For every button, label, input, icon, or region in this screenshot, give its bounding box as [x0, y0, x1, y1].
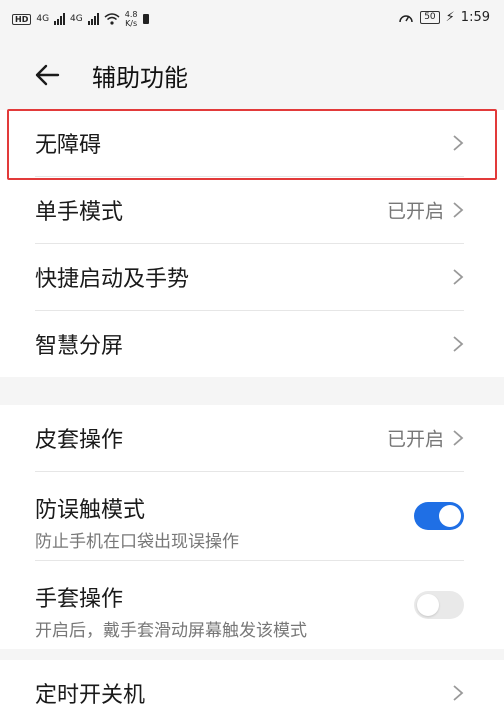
chevron-right-icon: [453, 135, 464, 151]
hd-badge: HD: [12, 13, 32, 25]
charging-icon: ⚡: [445, 10, 455, 25]
row-case-operation[interactable]: 皮套操作 已开启: [35, 405, 464, 472]
chevron-right-icon: [453, 202, 464, 218]
row-label: 定时开关机: [35, 683, 146, 708]
row-status: 已开启: [386, 428, 444, 451]
row-description: 防止手机在口袋出现误操作: [35, 532, 239, 552]
toggle-switch-off[interactable]: [414, 591, 464, 619]
wifi-icon: [104, 13, 120, 25]
signal-1-icon: [54, 13, 66, 25]
net-speed: 4.8 K/s: [125, 10, 138, 28]
row-smart-split-screen[interactable]: 智慧分屏: [35, 311, 464, 377]
row-description: 开启后，戴手套滑动屏幕触发该模式: [35, 621, 307, 641]
net-speed-unit: K/s: [125, 19, 138, 28]
clock: 1:59: [460, 10, 490, 25]
row-label: 皮套操作: [35, 428, 124, 453]
chevron-right-icon: [453, 269, 464, 285]
row-label: 无障碍: [35, 133, 102, 158]
speedometer-icon: [399, 14, 413, 22]
row-label: 防误触模式: [35, 498, 146, 523]
row-label: 快捷启动及手势: [35, 267, 190, 292]
status-bar: HD 4G 4G 4.8 K/s 50 ⚡ 1:59: [0, 0, 504, 38]
chevron-right-icon: [453, 336, 464, 352]
row-scheduled-power[interactable]: 定时开关机: [35, 660, 464, 711]
row-one-handed-mode[interactable]: 单手模式 已开启: [35, 177, 464, 244]
chevron-right-icon: [453, 430, 464, 446]
status-left: HD 4G 4G 4.8 K/s: [12, 10, 150, 28]
toggle-knob: [439, 505, 461, 527]
battery-icon: 50: [420, 11, 440, 24]
row-accidental-touch-prevention[interactable]: 防误触模式 防止手机在口袋出现误操作: [35, 472, 464, 561]
settings-group-2: 皮套操作 已开启 防误触模式 防止手机在口袋出现误操作 手套操作 开启后，戴手套…: [0, 405, 504, 649]
notification-icon: [143, 14, 150, 24]
settings-group-1: 无障碍 单手模式 已开启 快捷启动及手势 智慧分屏: [0, 110, 504, 377]
signal-1-label: 4G: [36, 13, 50, 24]
row-label: 智慧分屏: [35, 334, 124, 359]
signal-2-icon: [87, 13, 99, 25]
row-label: 手套操作: [35, 587, 124, 612]
toggle-switch-on[interactable]: [414, 502, 464, 530]
row-status: 已开启: [386, 200, 444, 223]
settings-group-3: 定时开关机: [0, 660, 504, 711]
row-glove-mode[interactable]: 手套操作 开启后，戴手套滑动屏幕触发该模式: [35, 561, 464, 649]
toggle-knob: [417, 594, 439, 616]
row-accessibility[interactable]: 无障碍: [35, 110, 464, 177]
chevron-right-icon: [453, 685, 464, 701]
row-label: 单手模式: [35, 200, 124, 225]
net-speed-value: 4.8: [124, 10, 138, 19]
status-right: 50 ⚡ 1:59: [398, 10, 490, 25]
app-header: 辅助功能: [0, 50, 504, 100]
signal-2-label: 4G: [70, 13, 83, 24]
row-quick-launch-gestures[interactable]: 快捷启动及手势: [35, 244, 464, 311]
page-title: 辅助功能: [92, 64, 188, 92]
back-arrow-icon[interactable]: [32, 60, 62, 90]
